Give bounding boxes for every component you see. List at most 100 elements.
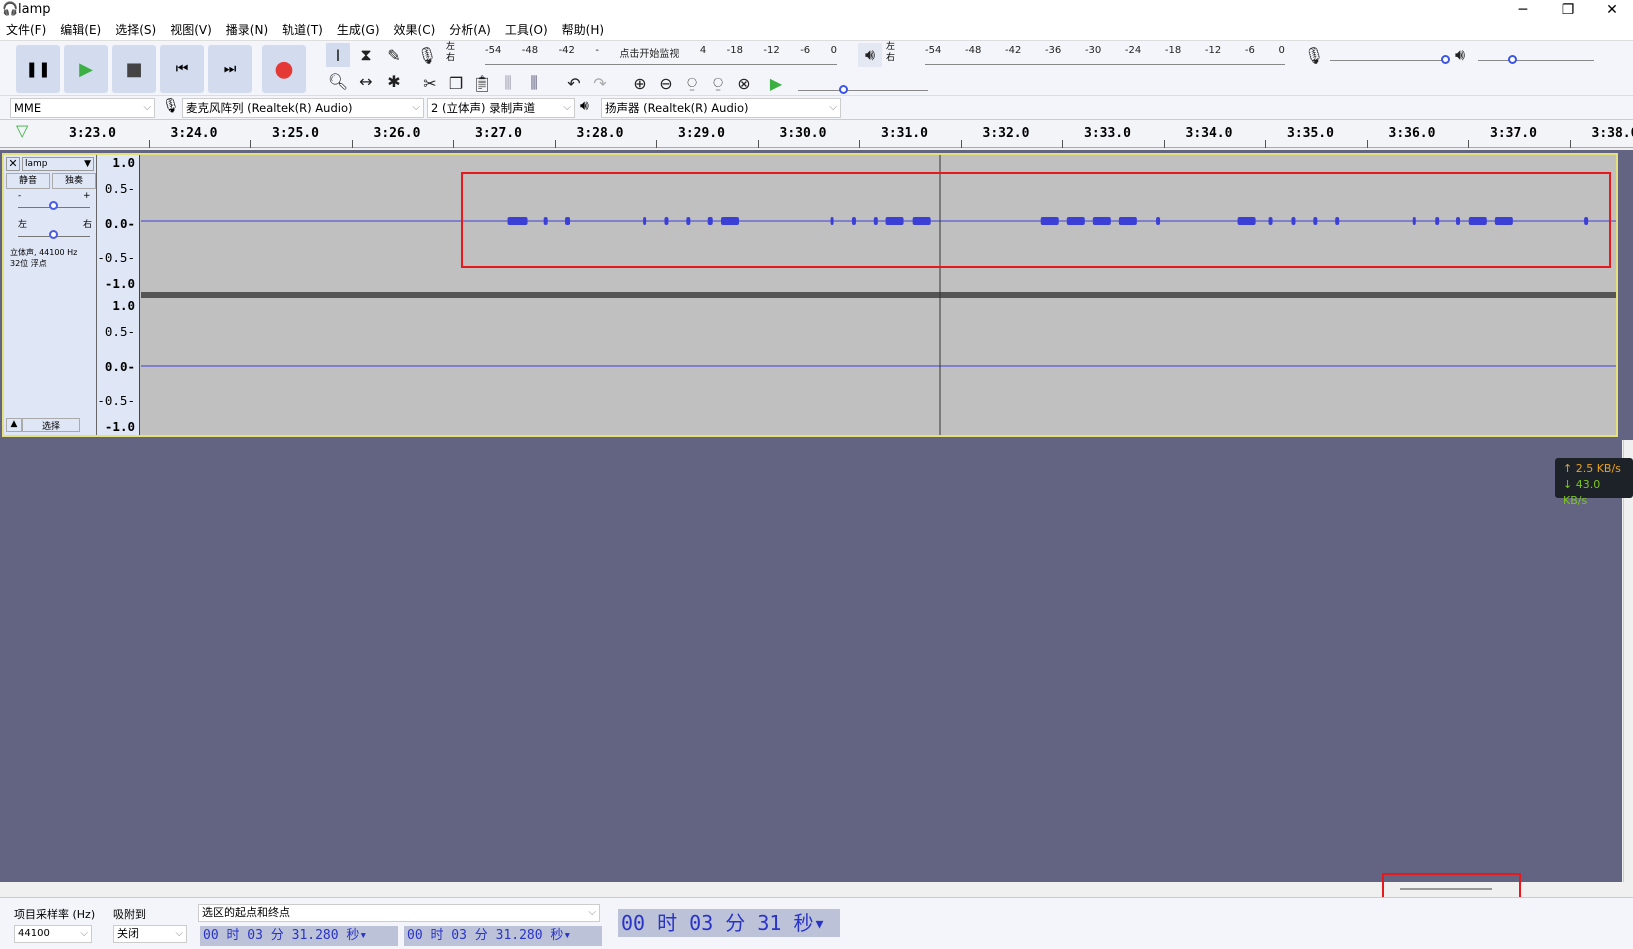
record-meter[interactable]: -54 -48 -42 - 点击开始监视 4 -18 -12 -6 0	[485, 45, 837, 65]
meter-tick-label: 4	[699, 45, 707, 56]
record-button[interactable]: ●	[262, 45, 306, 93]
select-track-button[interactable]: 选择	[22, 418, 80, 432]
ruler-label: 3:36.0	[1388, 126, 1436, 141]
play-button[interactable]: ▶	[64, 45, 108, 93]
window-title: lamp	[18, 2, 51, 17]
mic-icon[interactable]: 🎙︎	[415, 43, 439, 67]
skip-to-end-button[interactable]: ⏭	[208, 45, 252, 93]
selection-end-time[interactable]: 00 时 03 分 31.280 秒▾	[404, 926, 602, 946]
mute-button[interactable]: 静音	[6, 173, 50, 189]
skip-to-start-button[interactable]: ⏮	[160, 45, 204, 93]
meter-tick-label: -36	[1044, 45, 1062, 56]
menu-generate[interactable]: 生成(G)	[337, 20, 380, 40]
silence-icon[interactable]: ⫼	[522, 71, 546, 95]
selection-start-time[interactable]: 00 时 03 分 31.280 秒▾	[200, 926, 398, 946]
ruler-label: 3:29.0	[678, 126, 725, 141]
slider-thumb[interactable]	[49, 201, 58, 210]
paste-icon[interactable]: 📋︎	[470, 71, 494, 95]
pause-icon: ❚❚	[25, 60, 51, 78]
ruler-label: 3:30.0	[779, 126, 827, 141]
meter-tick-label: 0	[830, 45, 837, 56]
play-head-triangle-icon[interactable]: ▽	[16, 121, 28, 140]
meter-tick-label: -18	[726, 45, 743, 56]
stop-button[interactable]: ■	[112, 45, 156, 93]
envelope-tool-icon[interactable]: ⧗	[354, 43, 378, 67]
ruler-tick	[859, 140, 860, 148]
track-name: lamp	[25, 159, 48, 169]
gain-slider[interactable]	[18, 201, 90, 210]
vruler-label: -0.5-	[97, 392, 135, 408]
menu-file[interactable]: 文件(F)	[6, 20, 46, 40]
menu-view[interactable]: 视图(V)	[170, 20, 212, 40]
ruler-label: 3:38.0	[1591, 126, 1633, 141]
ruler-tick	[554, 140, 556, 148]
cut-icon[interactable]: ✂	[418, 71, 442, 95]
trim-icon[interactable]: ⫼	[496, 71, 520, 95]
menu-tracks[interactable]: 轨道(T)	[282, 20, 323, 40]
draw-tool-icon[interactable]: ✎	[382, 43, 406, 67]
collapse-button[interactable]: ▲	[6, 418, 22, 432]
snap-to-label: 吸附到	[113, 908, 146, 921]
chevron-down-icon: ⌵	[829, 102, 837, 113]
project-rate-label: 项目采样率 (Hz)	[14, 908, 96, 921]
playback-meter[interactable]: -54 -48 -42 -36 -30 -24 -18 -12 -6 0	[925, 45, 1285, 65]
pan-slider[interactable]	[18, 230, 90, 239]
zoom-toggle-icon[interactable]: ⊗	[732, 71, 756, 95]
copy-icon[interactable]: ❐	[444, 71, 468, 95]
slider-thumb[interactable]	[838, 85, 848, 94]
playback-volume-slider[interactable]	[1478, 47, 1594, 64]
close-track-button[interactable]: ✕	[6, 157, 20, 171]
ruler-label: 3:33.0	[1084, 126, 1131, 141]
close-button[interactable]: ✕	[1592, 0, 1632, 20]
menu-help[interactable]: 帮助(H)	[562, 20, 604, 40]
snap-to-value: 关闭	[117, 927, 139, 940]
record-volume-slider[interactable]	[1330, 47, 1450, 64]
slider-thumb[interactable]	[49, 230, 58, 239]
zoom-out-icon[interactable]: ⊖	[654, 71, 678, 95]
gain-minus-label: -	[18, 191, 22, 201]
track-info: 立体声, 44100 Hz 32位 浮点	[10, 247, 77, 269]
zoom-in-icon[interactable]: ⊕	[628, 71, 652, 95]
speaker-icon[interactable]: 🔊︎	[858, 43, 882, 67]
project-rate-select[interactable]: 44100 ⌵	[14, 925, 92, 943]
audio-position-time[interactable]: 00 时 03 分 31 秒▾	[618, 909, 840, 937]
menu-edit[interactable]: 编辑(E)	[60, 20, 101, 40]
playback-device-select[interactable]: 扬声器 (Realtek(R) Audio) ⌵	[601, 98, 841, 118]
track-name-menu[interactable]: lamp ▼	[22, 157, 94, 171]
multi-tool-icon[interactable]: ✱	[382, 69, 406, 93]
play-at-speed-icon[interactable]: ▶	[764, 71, 788, 95]
zoom-tool-icon[interactable]: 🔍︎	[326, 69, 350, 93]
audio-host-select[interactable]: MME ⌵	[10, 98, 155, 118]
selection-tool-icon[interactable]: I	[326, 43, 350, 67]
selection-mode-select[interactable]: 选区的起点和终点 ⌵	[198, 904, 600, 922]
selection-mode-value: 选区的起点和终点	[202, 906, 290, 919]
menu-transport[interactable]: 播录(N)	[226, 20, 268, 40]
slider-thumb[interactable]	[1507, 55, 1517, 64]
undo-icon[interactable]: ↶	[562, 71, 586, 95]
play-at-speed-slider[interactable]	[798, 77, 928, 94]
vruler-label: 1.0	[112, 298, 135, 313]
minimize-button[interactable]: ─	[1503, 0, 1543, 20]
timeline-ruler[interactable]: ▽ 3:23.0 3:24.0 3:25.0 3:26.0 3:27.0 3:28.0 3:…	[0, 120, 1633, 148]
menu-tools[interactable]: 工具(O)	[505, 20, 548, 40]
menu-select[interactable]: 选择(S)	[115, 20, 156, 40]
restore-button[interactable]: ❐	[1548, 0, 1588, 20]
snap-to-select[interactable]: 关闭 ⌵	[113, 925, 187, 943]
ruler-label: 3:32.0	[982, 126, 1030, 141]
record-meter-lr: 左 右	[446, 42, 456, 63]
recording-device-select[interactable]: 麦克风阵列 (Realtek(R) Audio) ⌵	[182, 98, 424, 118]
ruler-tick	[351, 140, 353, 148]
solo-button[interactable]: 独奏	[52, 173, 96, 189]
menu-analyze[interactable]: 分析(A)	[449, 20, 491, 40]
fit-project-icon[interactable]: ⍜	[706, 71, 730, 95]
audio-position-value: 00 时 03 分 31 秒	[621, 911, 814, 935]
pause-button[interactable]: ❚❚	[16, 45, 60, 93]
empty-track-area[interactable]	[0, 440, 1622, 882]
fit-selection-icon[interactable]: ⍜	[680, 71, 704, 95]
timeshift-tool-icon[interactable]: ↔	[354, 69, 378, 93]
record-volume-mic-icon: 🎙︎	[1303, 45, 1325, 65]
redo-icon[interactable]: ↷	[588, 71, 612, 95]
chevron-down-icon: ⌵	[412, 102, 420, 113]
recording-channels-select[interactable]: 2 (立体声) 录制声道 ⌵	[427, 98, 575, 118]
menu-effect[interactable]: 效果(C)	[394, 20, 436, 40]
